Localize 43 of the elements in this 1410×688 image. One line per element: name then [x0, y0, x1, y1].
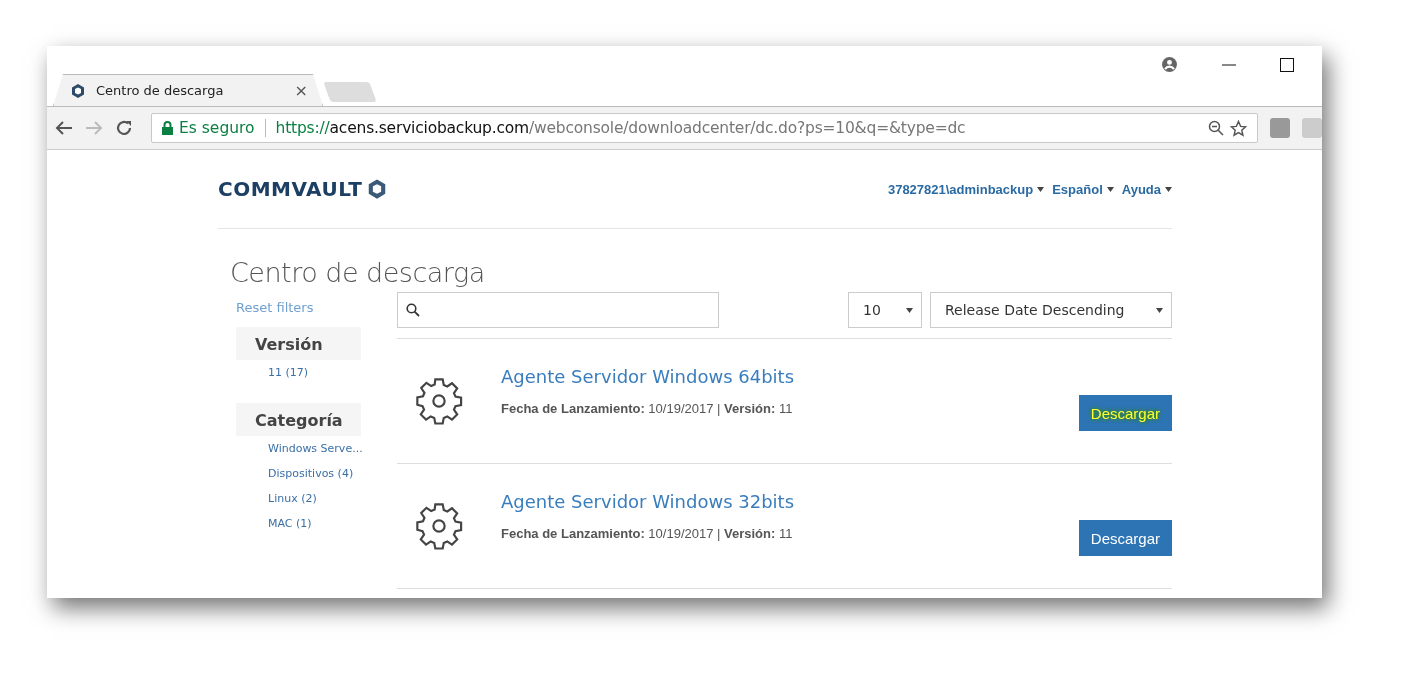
filter-link[interactable]: MAC (1) [236, 511, 361, 536]
gear-icon [413, 375, 465, 427]
header-menu[interactable]: 37827821\adminbackup [887, 181, 1045, 197]
caret-icon [1037, 186, 1045, 192]
page-title: Centro de descarga [230, 257, 486, 288]
maximize-icon[interactable] [1280, 57, 1294, 72]
filter-heading: Versión [236, 327, 361, 360]
browser-tab[interactable]: Centro de descarga × [53, 74, 323, 106]
result-title-link[interactable]: Agente Servidor Windows 64bits [501, 366, 1043, 387]
star-icon[interactable] [1230, 119, 1247, 137]
tab-close-button[interactable]: × [294, 81, 308, 100]
caret-icon [1156, 307, 1163, 313]
filter-heading: Categoría [236, 403, 361, 436]
zoom-out-icon[interactable] [1208, 120, 1224, 136]
header-menu[interactable]: Español [1052, 181, 1114, 197]
page-size-select[interactable]: 10 [848, 292, 922, 328]
search-field[interactable] [397, 292, 719, 328]
back-icon[interactable] [55, 120, 73, 136]
address-bar[interactable]: Es seguro https://acens.serviciobackup.com/webconsole/downloadcenter/dc.do?ps=10&q=&type=dc [151, 113, 1258, 143]
header-menu[interactable]: Ayuda [1121, 181, 1172, 197]
profile-icon[interactable] [1161, 56, 1178, 73]
result-meta: Fecha de Lanzamiento: 10/19/2017 | Versión: 11 [501, 526, 794, 541]
brand-logo: COMMVAULT [218, 177, 363, 201]
caret-icon [906, 307, 913, 313]
download-button[interactable]: Descargar [1078, 520, 1172, 556]
filter-link[interactable]: Dispositivos (4) [236, 461, 361, 486]
filter-link[interactable]: 11 (17) [236, 360, 361, 385]
filter-link[interactable]: Linux (2) [236, 486, 361, 511]
caret-icon [1165, 186, 1172, 192]
gear-icon [413, 500, 465, 552]
filter-link[interactable]: Windows Serve... [236, 436, 361, 461]
url-text: https://acens.serviciobackup.com/webconsole/downloadcenter/dc.do?ps=10&q=&type=dc [275, 119, 967, 137]
result-title-link[interactable]: Agente Servidor Windows 32bits [501, 491, 1043, 512]
app-logo-icon [70, 82, 86, 99]
sort-select[interactable]: Release Date Descending [930, 292, 1172, 328]
search-icon [406, 303, 420, 317]
result-meta: Fecha de Lanzamiento: 10/19/2017 | Versión: 11 [501, 401, 794, 416]
security-label: Es seguro [179, 119, 255, 137]
reload-icon[interactable] [115, 119, 133, 137]
caret-icon [1106, 186, 1114, 192]
lock-icon [162, 121, 173, 135]
tab-title: Centro de descarga [96, 83, 225, 98]
download-button[interactable]: Descargar [1078, 395, 1172, 431]
